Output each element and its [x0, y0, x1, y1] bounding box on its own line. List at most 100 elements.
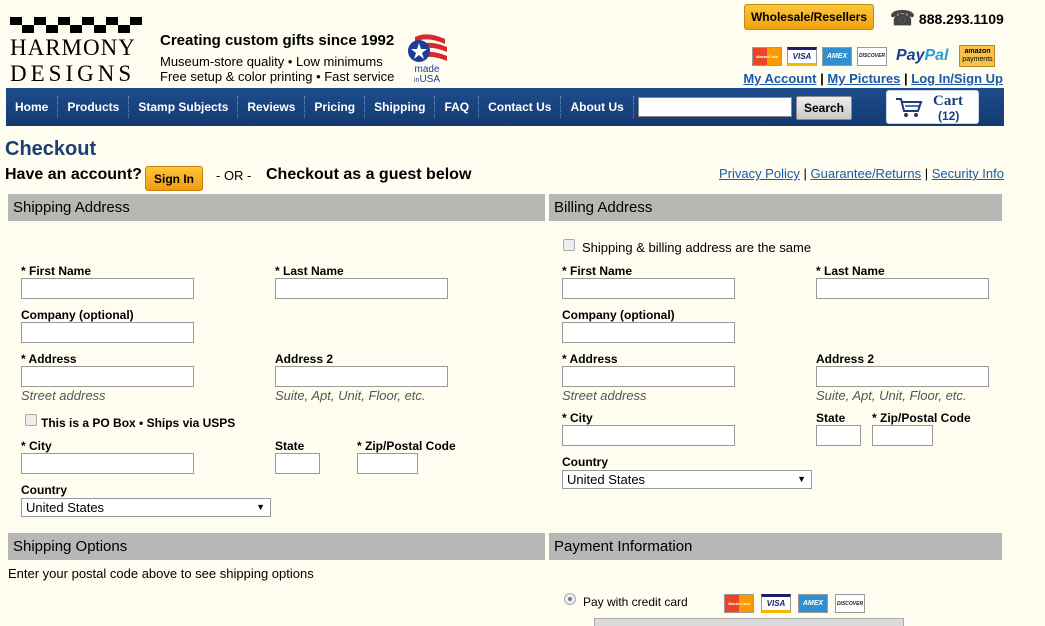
bill-country-select[interactable]: United States ▼: [562, 470, 812, 489]
bill-address2-input[interactable]: [816, 366, 989, 387]
ship-address-input[interactable]: [21, 366, 194, 387]
ship-country-select[interactable]: United States ▼: [21, 498, 271, 517]
nav-item-products[interactable]: Products: [58, 96, 130, 118]
bill-zip-label: * Zip/Postal Code: [872, 411, 971, 425]
nav-item-shipping[interactable]: Shipping: [365, 96, 436, 118]
ship-address-hint: Street address: [21, 388, 106, 403]
login-signup-link[interactable]: Log In/Sign Up: [911, 71, 1003, 86]
ship-company-input[interactable]: [21, 322, 194, 343]
paypal-text-2: Pal: [924, 47, 949, 64]
nav-item-reviews[interactable]: Reviews: [238, 96, 306, 118]
ship-city-label: * City: [21, 439, 52, 453]
ship-address-label: * Address: [21, 352, 77, 366]
nav-item-faq[interactable]: FAQ: [435, 96, 480, 118]
bill-last-name-input[interactable]: [816, 278, 989, 299]
security-info-link[interactable]: Security Info: [932, 166, 1004, 181]
accepted-cards: MasterCard VISA AMEX DISCOVER: [724, 594, 865, 613]
nav-item-home[interactable]: Home: [6, 96, 59, 118]
bill-last-name-label: * Last Name: [816, 264, 885, 278]
cart-label: Cart: [933, 93, 963, 109]
checkerboard-logo-mark: [10, 17, 142, 33]
cart-count: (12): [938, 109, 960, 123]
nav-item-stamp-subjects[interactable]: Stamp Subjects: [129, 96, 239, 118]
flag-star-icon: [408, 34, 447, 62]
discover-icon: DISCOVER: [835, 594, 865, 613]
pay-credit-card-label: Pay with credit card: [583, 595, 688, 609]
bill-address2-label: Address 2: [816, 352, 875, 366]
mastercard-icon: MasterCard: [752, 46, 782, 66]
bill-country-value: United States: [567, 472, 646, 487]
phone-contact[interactable]: ☎ 888.293.1109: [890, 6, 1004, 31]
shopping-cart-icon: [896, 98, 923, 117]
bill-zip-input[interactable]: [872, 425, 933, 446]
payment-methods: MasterCard VISA AMEX DISCOVER PayPal ama…: [752, 45, 996, 67]
credit-card-form-panel: [594, 618, 904, 626]
wholesale-resellers-button[interactable]: Wholesale/Resellers: [744, 4, 874, 30]
bill-state-label: State: [816, 411, 846, 425]
ship-country-label: Country: [21, 483, 67, 497]
mastercard-icon: MasterCard: [724, 594, 754, 613]
ship-last-name-label: * Last Name: [275, 264, 344, 278]
phone-number: 888.293.1109: [918, 10, 1004, 27]
amazon-payments-icon: amazon payments: [959, 45, 996, 67]
discover-icon: DISCOVER: [857, 46, 887, 66]
shipping-options-header: Shipping Options: [8, 533, 545, 560]
link-separator: |: [924, 166, 929, 181]
bill-company-label: Company (optional): [562, 308, 675, 322]
same-address-checkbox[interactable]: [563, 239, 575, 251]
ship-state-input[interactable]: [275, 453, 320, 474]
billing-address-header: Billing Address: [549, 194, 1002, 221]
amazon-text: amazon: [964, 48, 991, 55]
policy-links: Privacy Policy | Guarantee/Returns | Sec…: [719, 166, 1004, 181]
or-text: - OR -: [216, 168, 252, 183]
bill-address2-hint: Suite, Apt, Unit, Floor, etc.: [816, 388, 967, 403]
ship-company-label: Company (optional): [21, 308, 134, 322]
ship-country-value: United States: [26, 500, 105, 515]
bill-address-hint: Street address: [562, 388, 647, 403]
pay-credit-card-radio[interactable]: [564, 593, 576, 605]
bill-city-label: * City: [562, 411, 593, 425]
harmony-designs-logo[interactable]: HARMONY DESIGNS: [10, 17, 142, 85]
link-separator: |: [904, 71, 908, 86]
bill-first-name-input[interactable]: [562, 278, 735, 299]
po-box-checkbox[interactable]: [25, 414, 37, 426]
bill-company-input[interactable]: [562, 322, 735, 343]
tagline-line2: Museum-store quality • Low minimums: [160, 54, 383, 69]
bill-country-label: Country: [562, 455, 608, 469]
ship-first-name-input[interactable]: [21, 278, 194, 299]
guest-checkout-text: Checkout as a guest below: [266, 166, 472, 183]
paypal-icon: PayPal: [896, 47, 948, 65]
main-nav: Home Products Stamp Subjects Reviews Pri…: [6, 88, 1004, 126]
link-separator: |: [803, 166, 807, 181]
ship-zip-input[interactable]: [357, 453, 418, 474]
tagline-line3: Free setup & color printing • Fast servi…: [160, 69, 395, 84]
payments-text: payments: [962, 56, 993, 63]
guarantee-returns-link[interactable]: Guarantee/Returns: [811, 166, 922, 181]
made-in-usa-badge: made inUSA: [405, 33, 449, 85]
my-account-link[interactable]: My Account: [743, 71, 816, 86]
shipping-options-note: Enter your postal code above to see ship…: [8, 566, 314, 581]
bill-state-input[interactable]: [816, 425, 861, 446]
logo-text-line1: HARMONY: [10, 35, 136, 60]
bill-city-input[interactable]: [562, 425, 735, 446]
visa-icon: VISA: [761, 594, 791, 613]
ship-address2-input[interactable]: [275, 366, 448, 387]
have-account-text: Have an account?: [5, 166, 142, 183]
tagline-title: Creating custom gifts since 1992: [160, 32, 395, 49]
sign-in-button[interactable]: Sign In: [145, 166, 203, 191]
visa-icon: VISA: [787, 46, 817, 66]
cart-button[interactable]: Cart (12): [886, 90, 979, 124]
nav-item-pricing[interactable]: Pricing: [305, 96, 366, 118]
nav-item-about-us[interactable]: About Us: [561, 96, 634, 118]
bill-address-input[interactable]: [562, 366, 735, 387]
ship-last-name-input[interactable]: [275, 278, 448, 299]
amex-icon: AMEX: [798, 594, 828, 613]
my-pictures-link[interactable]: My Pictures: [827, 71, 900, 86]
search-button[interactable]: Search: [796, 96, 852, 120]
nav-item-contact-us[interactable]: Contact Us: [479, 96, 562, 118]
po-box-label: This is a PO Box • Ships via USPS: [41, 416, 236, 430]
search-input[interactable]: [638, 97, 792, 117]
paypal-text-1: Pay: [896, 47, 925, 64]
privacy-policy-link[interactable]: Privacy Policy: [719, 166, 800, 181]
ship-city-input[interactable]: [21, 453, 194, 474]
